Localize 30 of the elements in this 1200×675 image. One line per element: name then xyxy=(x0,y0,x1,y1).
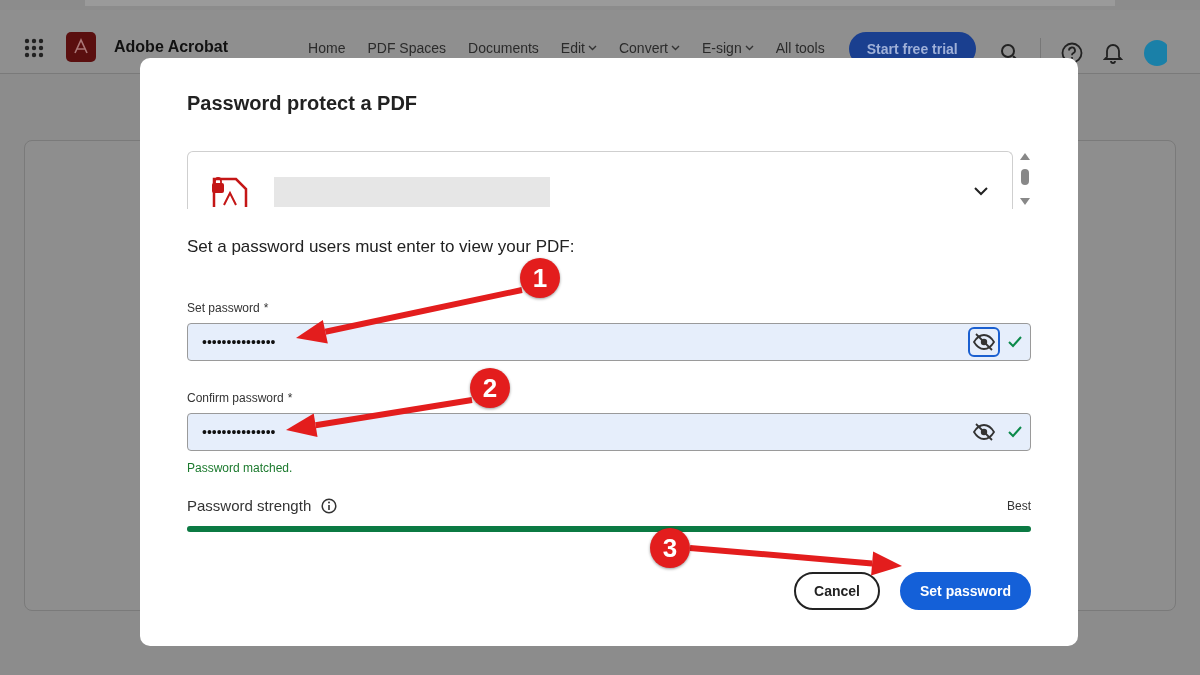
password-field[interactable]: ••••••••••••••• xyxy=(187,323,1031,361)
password-field[interactable]: ••••••••••••••• xyxy=(187,413,1031,451)
nav-link[interactable]: Edit xyxy=(560,40,597,56)
required-mark: * xyxy=(287,391,293,405)
password-input[interactable]: ••••••••••••••• xyxy=(200,333,960,351)
strength-label: Password strength xyxy=(187,497,312,514)
field-label: Confirm password xyxy=(187,391,284,405)
product-name: Adobe Acrobat xyxy=(114,38,229,56)
required-mark: * xyxy=(263,301,269,315)
nav-link[interactable]: PDF Spaces xyxy=(367,40,447,56)
instruction-text: Set a password users must enter to view your PDF: xyxy=(187,237,576,257)
chevron-down-icon[interactable] xyxy=(974,187,988,196)
nav-link[interactable]: Convert xyxy=(618,40,680,56)
scrollbar-drawing[interactable] xyxy=(1019,151,1031,207)
bell-icon[interactable] xyxy=(1102,42,1123,64)
app-grid-icon[interactable] xyxy=(24,38,44,58)
set-password-button[interactable]: Set password xyxy=(899,572,1031,610)
password-input[interactable]: ••••••••••••••• xyxy=(200,423,960,441)
nav-link[interactable]: E-sign xyxy=(702,40,754,56)
eye-off-icon[interactable] xyxy=(968,327,1000,357)
nav-link[interactable]: All tools xyxy=(775,40,825,56)
info-icon[interactable] xyxy=(321,497,338,514)
cancel-button[interactable]: Cancel xyxy=(794,572,880,610)
acrobat-logo-icon[interactable] xyxy=(66,32,96,62)
dialog-title: Password protect a PDF xyxy=(187,92,419,115)
nav-link[interactable]: Home xyxy=(308,40,346,56)
strength-rating: Best xyxy=(1007,498,1031,513)
match-message: Password matched. xyxy=(187,461,294,475)
nav-link[interactable]: Documents xyxy=(468,40,539,56)
field-label: Set password xyxy=(187,301,260,315)
